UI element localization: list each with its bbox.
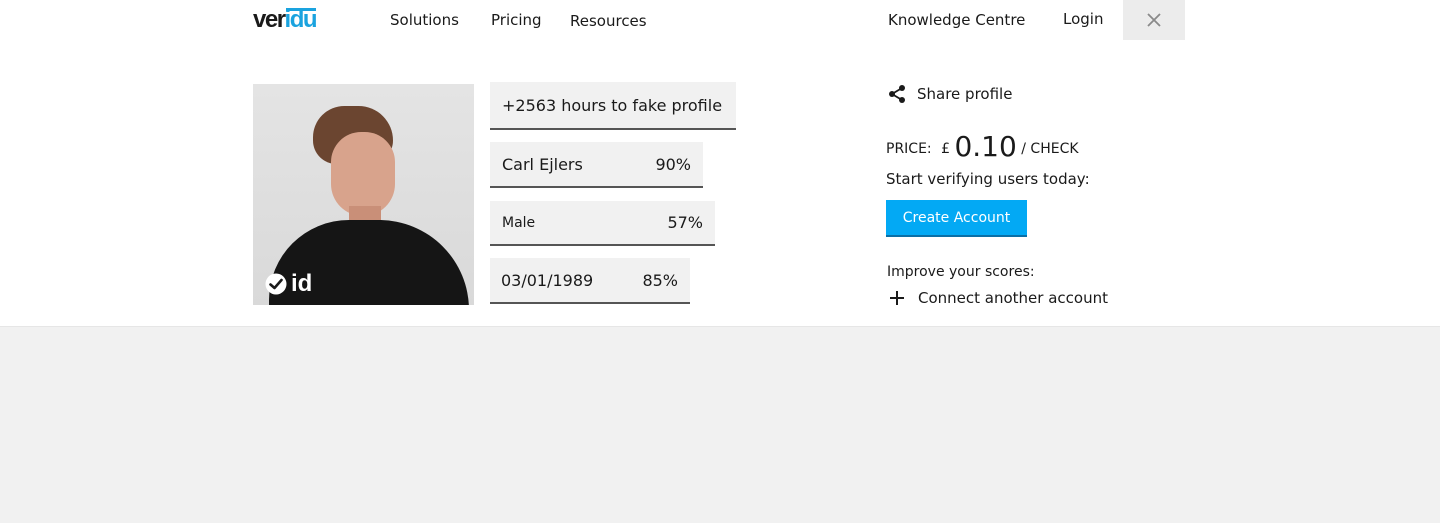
plus-icon [890, 291, 904, 305]
dob-field: 03/01/1989 85% [490, 258, 690, 304]
veridu-logo[interactable]: veridu [253, 6, 318, 34]
profile-photo: id [253, 84, 474, 305]
price-value: 0.10 [954, 130, 1017, 163]
connect-account-link[interactable]: Connect another account [889, 289, 1108, 307]
name-field: Carl Ejlers 90% [490, 142, 703, 188]
nav-solutions[interactable]: Solutions [390, 11, 459, 29]
gender-value: Male [502, 214, 536, 231]
name-score: 90% [655, 154, 691, 174]
gender-field: Male 57% [490, 201, 715, 246]
hours-text: +2563 hours to fake profile [502, 95, 723, 115]
price-per-check: / CHECK [1021, 141, 1079, 157]
close-icon [1147, 13, 1161, 27]
name-value: Carl Ejlers [502, 154, 583, 174]
verified-badge: id [265, 272, 312, 296]
gender-score: 57% [667, 213, 703, 232]
header-panel: veridu Solutions Pricing Resources Knowl… [0, 0, 1440, 327]
dob-value: 03/01/1989 [501, 270, 594, 290]
price-currency: £ [941, 141, 951, 157]
connect-label: Connect another account [918, 289, 1108, 307]
price-display: PRICE: £ 0.10 / CHECK [886, 130, 1079, 163]
start-verifying-text: Start verifying users today: [886, 170, 1090, 188]
close-button[interactable] [1123, 0, 1185, 40]
check-circle-icon [265, 273, 287, 295]
nav-login[interactable]: Login [1063, 10, 1103, 28]
badge-id-text: id [291, 270, 313, 297]
nav-resources[interactable]: Resources [570, 12, 647, 30]
photo-face [331, 132, 395, 216]
share-profile-link[interactable]: Share profile [887, 84, 1012, 104]
improve-scores-text: Improve your scores: [887, 264, 1035, 280]
price-label: PRICE: [886, 141, 932, 157]
nav-pricing[interactable]: Pricing [491, 11, 542, 29]
hours-to-fake-field: +2563 hours to fake profile [490, 82, 736, 130]
dob-score: 85% [642, 270, 678, 290]
share-icon [889, 85, 905, 103]
nav-knowledge-centre[interactable]: Knowledge Centre [888, 11, 1025, 29]
share-label: Share profile [917, 85, 1013, 103]
create-account-button[interactable]: Create Account [886, 200, 1027, 237]
